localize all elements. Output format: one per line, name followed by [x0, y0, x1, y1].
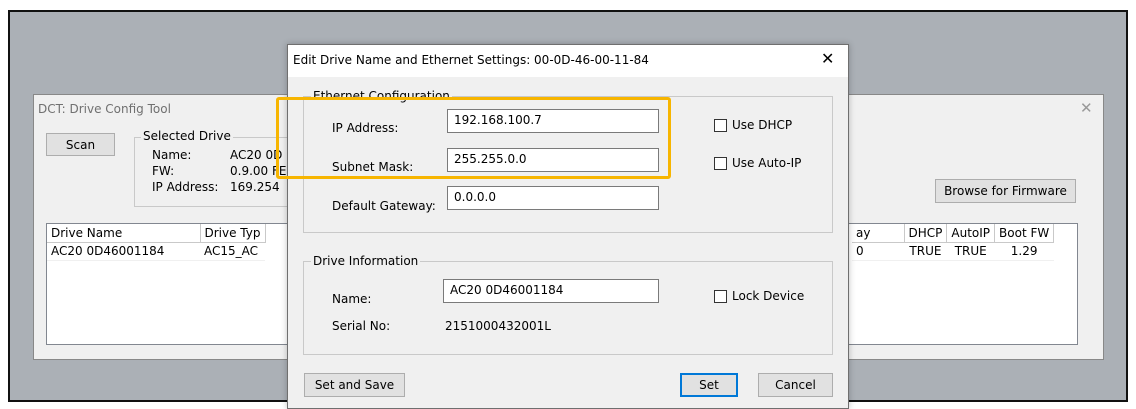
drive-name-input[interactable]: AC20 0D46001184	[443, 279, 659, 303]
browse-firmware-button[interactable]: Browse for Firmware	[935, 179, 1076, 203]
dct-close-icon[interactable]: ✕	[1080, 99, 1093, 117]
column-header-autoip[interactable]: AutoIP	[946, 224, 996, 243]
lock-device-checkbox[interactable]: Lock Device	[714, 289, 804, 303]
drive-info-group	[303, 261, 833, 355]
set-and-save-button[interactable]: Set and Save	[304, 373, 405, 397]
dialog-title: Edit Drive Name and Ethernet Settings: 0…	[293, 53, 649, 67]
highlight-box	[276, 97, 671, 179]
dialog-close-icon[interactable]: ✕	[821, 49, 834, 68]
lock-device-checkbox-box[interactable]	[714, 289, 727, 303]
drive-name-label: Name:	[332, 292, 372, 306]
selected-fw-label: FW:	[152, 164, 175, 178]
selected-ip-label: IP Address:	[152, 180, 219, 194]
cell-autoip: TRUE	[946, 242, 995, 261]
dct-window-title: DCT: Drive Config Tool	[38, 102, 171, 116]
lock-device-label: Lock Device	[732, 289, 805, 303]
selected-ip-value: 169.254	[230, 180, 280, 194]
serial-no-label: Serial No:	[332, 319, 391, 333]
column-header-drive-name[interactable]: Drive Name	[47, 224, 201, 243]
default-gateway-label: Default Gateway:	[332, 199, 436, 213]
use-dhcp-checkbox-box[interactable]	[714, 118, 727, 132]
column-header-drive-type[interactable]: Drive Typ	[200, 224, 266, 243]
cell-boot-fw: 1.29	[994, 242, 1054, 261]
table-row[interactable]: AC20 0D46001184 AC15_AC	[47, 242, 265, 261]
column-header-partial[interactable]: ay	[852, 224, 905, 243]
drive-list-table-left: Drive Name Drive Typ AC20 0D46001184 AC1…	[47, 224, 266, 261]
drive-list-table-right: ay DHCP AutoIP Boot FW 0 TRUE TRUE 1.29	[852, 224, 1055, 261]
cell-drive-type: AC15_AC	[200, 242, 265, 261]
serial-no-value: 2151000432001L	[445, 319, 551, 333]
selected-name-label: Name:	[152, 148, 192, 162]
cell-dhcp: TRUE	[904, 242, 947, 261]
column-header-boot-fw[interactable]: Boot FW	[994, 224, 1055, 243]
cell-partial: 0	[852, 242, 904, 261]
use-dhcp-label: Use DHCP	[732, 118, 793, 132]
default-gateway-input[interactable]: 0.0.0.0	[447, 186, 659, 210]
use-auto-ip-checkbox[interactable]: Use Auto-IP	[714, 156, 801, 170]
selected-name-value: AC20 0D	[230, 148, 283, 162]
drive-info-group-label: Drive Information	[311, 254, 421, 268]
cell-drive-name: AC20 0D46001184	[47, 242, 200, 261]
use-auto-ip-checkbox-box[interactable]	[714, 156, 727, 170]
scan-button[interactable]: Scan	[46, 133, 115, 156]
column-header-dhcp[interactable]: DHCP	[904, 224, 948, 243]
table-row[interactable]: 0 TRUE TRUE 1.29	[852, 242, 1054, 261]
use-dhcp-checkbox[interactable]: Use DHCP	[714, 118, 792, 132]
cancel-button[interactable]: Cancel	[758, 373, 833, 397]
set-button[interactable]: Set	[680, 373, 738, 397]
use-auto-ip-label: Use Auto-IP	[732, 156, 802, 170]
selected-drive-group-label: Selected Drive	[141, 129, 233, 143]
